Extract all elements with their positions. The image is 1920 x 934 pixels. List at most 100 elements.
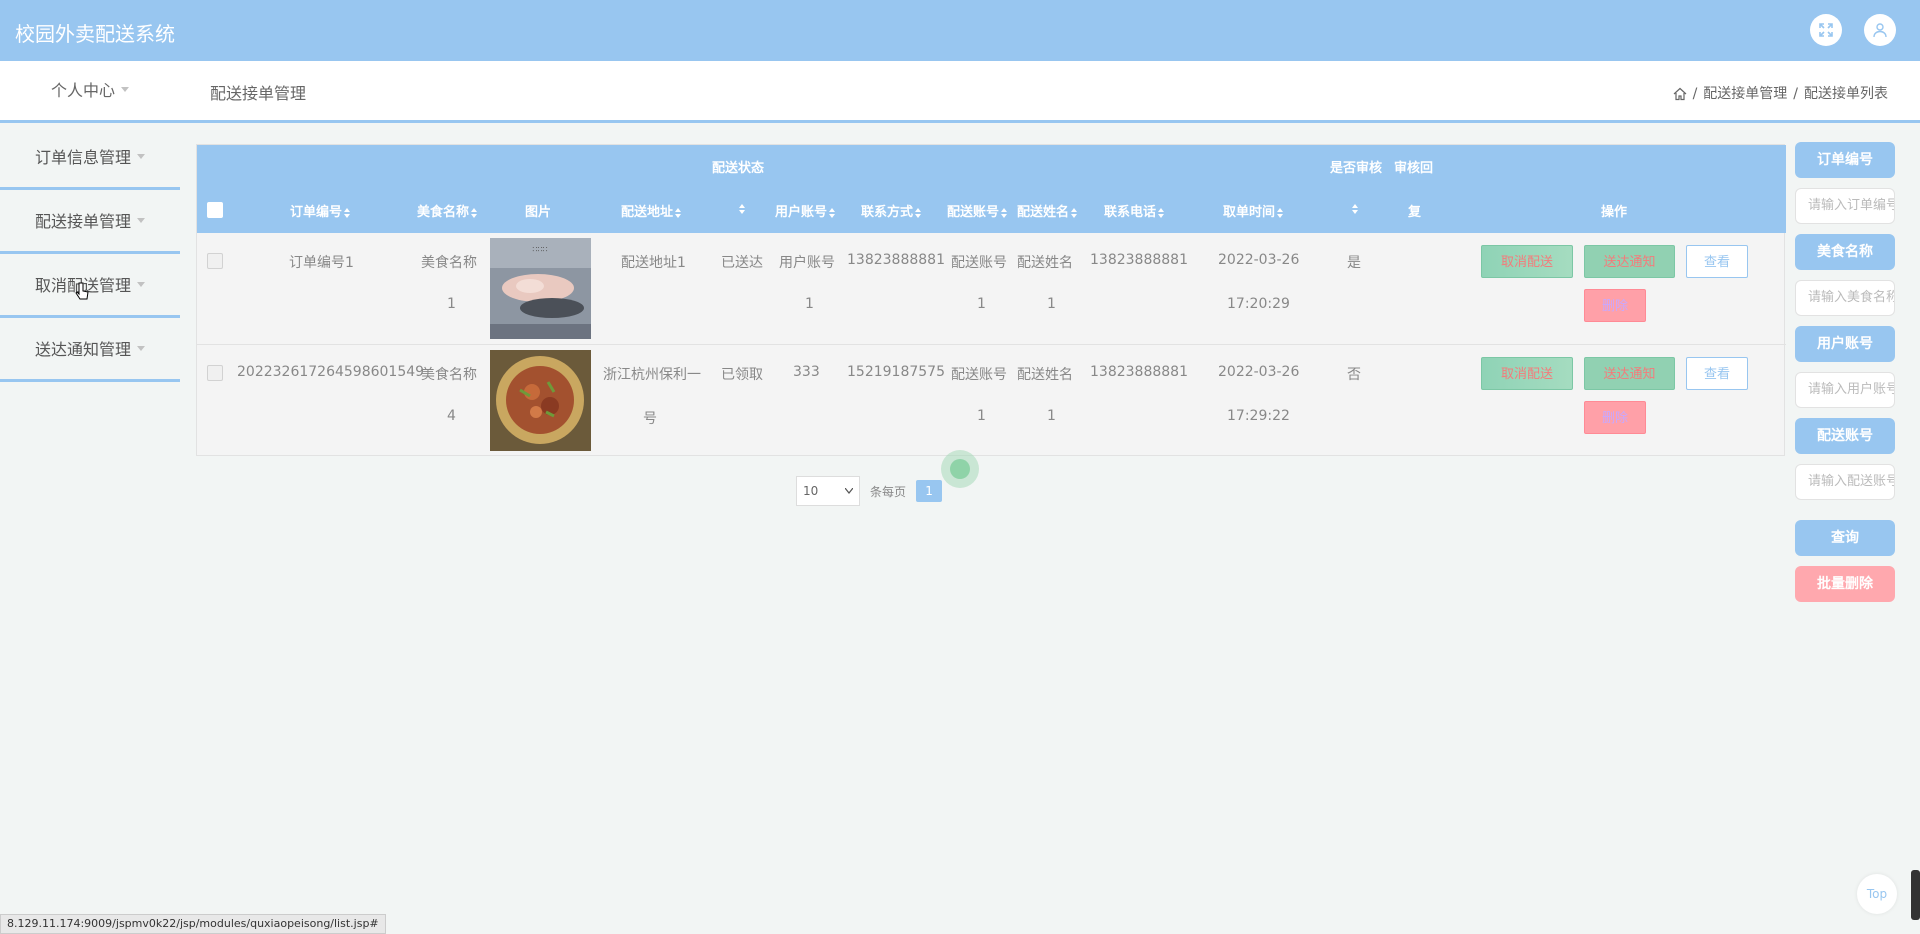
cell-food-name-line2: 1 bbox=[447, 296, 456, 312]
caret-down-icon bbox=[137, 282, 145, 287]
cell-address: 配送地址1 bbox=[621, 255, 686, 271]
batch-delete-button[interactable]: 批量删除 bbox=[1795, 566, 1895, 602]
sort-icon bbox=[1071, 207, 1078, 218]
page-number-current[interactable]: 1 bbox=[916, 480, 943, 502]
courier-search-label: 配送账号 bbox=[1795, 418, 1895, 454]
breadcrumb-item-level1[interactable]: 配送接单管理 bbox=[1703, 61, 1787, 127]
table-row: 订单编号1 美食名称 1 ∷∷∷ 配送地址1 已送达 用户账号 1 138238… bbox=[197, 233, 1786, 344]
row-checkbox[interactable] bbox=[207, 253, 223, 269]
order-no-search-input[interactable]: 请输入订单编号 bbox=[1795, 188, 1895, 224]
sort-icon bbox=[1001, 207, 1008, 218]
column-header-delivery-status: 配送状态 bbox=[712, 161, 765, 176]
breadcrumb-item-level2: 配送接单列表 bbox=[1804, 86, 1888, 102]
personal-center-menu[interactable]: 个人中心 bbox=[0, 61, 180, 120]
back-to-top-button[interactable]: Top bbox=[1857, 874, 1897, 914]
delivered-notice-button[interactable]: 送达通知 bbox=[1584, 357, 1675, 390]
top-bar: 校园外卖配送系统 bbox=[0, 0, 1920, 61]
caret-down-icon bbox=[121, 87, 129, 92]
cell-reviewed: 是 bbox=[1347, 255, 1361, 271]
sidebar: 订单信息管理 配送接单管理 取消配送管理 送达通知管理 bbox=[0, 126, 180, 382]
column-header-pickup-time[interactable]: 取单时间 bbox=[1223, 201, 1284, 220]
cell-pickup-date: 2022-03-26 bbox=[1218, 364, 1300, 380]
cell-order-no: 订单编号1 bbox=[289, 255, 354, 271]
expand-icon[interactable] bbox=[1810, 14, 1842, 46]
column-header-review-reply: 审核回 bbox=[1394, 161, 1434, 176]
app-title: 校园外卖配送系统 bbox=[15, 22, 175, 46]
user-search-label: 用户账号 bbox=[1795, 326, 1895, 362]
status-bar-url: 8.129.11.174:9009/jspmv0k22/jsp/modules/… bbox=[0, 914, 386, 934]
pagination: 10 条每页 1 bbox=[796, 476, 943, 506]
sort-icon bbox=[344, 207, 351, 218]
column-header-courier-name[interactable]: 配送姓名 bbox=[1017, 201, 1078, 220]
breadcrumb-separator: / bbox=[1692, 86, 1698, 102]
per-page-label: 条每页 bbox=[870, 484, 907, 499]
delivered-notice-button[interactable]: 送达通知 bbox=[1584, 245, 1675, 278]
cell-food-name-line2: 4 bbox=[447, 408, 456, 424]
delete-button[interactable]: 删除 bbox=[1584, 289, 1646, 322]
column-header-is-reviewed: 是否审核 bbox=[1330, 161, 1383, 176]
food-search-label: 美食名称 bbox=[1795, 234, 1895, 270]
column-header-phone[interactable]: 联系电话 bbox=[1104, 201, 1165, 220]
sort-icon bbox=[1277, 207, 1284, 218]
chevron-down-icon bbox=[845, 488, 853, 494]
sidebar-item-label: 配送接单管理 bbox=[34, 212, 131, 231]
sidebar-item-order-info[interactable]: 订单信息管理 bbox=[0, 126, 180, 190]
cell-courier-account-line2: 1 bbox=[977, 408, 986, 424]
view-button[interactable]: 查看 bbox=[1686, 357, 1748, 390]
column-header-order-no[interactable]: 订单编号 bbox=[290, 201, 351, 220]
cell-user-account-line2: 1 bbox=[805, 296, 814, 312]
breadcrumb-separator: / bbox=[1793, 86, 1798, 102]
sidebar-item-label: 送达通知管理 bbox=[34, 340, 131, 359]
cancel-delivery-button[interactable]: 取消配送 bbox=[1481, 245, 1573, 278]
food-search-input[interactable]: 请输入美食名称 bbox=[1795, 280, 1895, 316]
cell-user-account: 用户账号 bbox=[779, 255, 835, 271]
column-header-reviewed-sort[interactable] bbox=[1350, 201, 1358, 216]
select-all-checkbox[interactable] bbox=[207, 202, 223, 218]
cell-phone: 13823888881 bbox=[1090, 252, 1188, 268]
caret-down-icon bbox=[137, 346, 145, 351]
cell-user-account: 333 bbox=[793, 364, 820, 380]
sort-icon bbox=[915, 207, 922, 218]
sort-icon bbox=[739, 203, 745, 214]
row-checkbox[interactable] bbox=[207, 365, 223, 381]
hand-cursor-icon bbox=[75, 282, 89, 306]
user-icon[interactable] bbox=[1864, 14, 1896, 46]
user-search-input[interactable]: 请输入用户账号 bbox=[1795, 372, 1895, 408]
sort-icon bbox=[1158, 207, 1165, 218]
cell-contact: 13823888881 bbox=[847, 252, 945, 268]
column-header-user-account[interactable]: 用户账号 bbox=[775, 201, 836, 220]
food-image[interactable]: ∷∷∷ bbox=[490, 238, 591, 339]
cell-pickup-time: 17:29:22 bbox=[1227, 408, 1290, 424]
sort-icon bbox=[675, 207, 682, 218]
cell-status: 已领取 bbox=[721, 367, 763, 383]
caret-down-icon bbox=[137, 218, 145, 223]
table-row: 20223261726459860​1549 美食名称 4 浙江杭州保利一 号 … bbox=[197, 344, 1786, 455]
page-title: 配送接单管理 bbox=[210, 84, 307, 103]
cell-phone: 13823888881 bbox=[1090, 364, 1188, 380]
food-image[interactable] bbox=[490, 350, 591, 451]
cell-pickup-time: 17:20:29 bbox=[1227, 296, 1290, 312]
view-button[interactable]: 查看 bbox=[1686, 245, 1748, 278]
edge-handle bbox=[1911, 870, 1920, 920]
column-header-image: 图片 bbox=[525, 205, 552, 220]
column-header-courier-account[interactable]: 配送账号 bbox=[947, 201, 1008, 220]
page-size-select[interactable]: 10 bbox=[796, 476, 860, 506]
sidebar-item-cancel-delivery[interactable]: 取消配送管理 bbox=[0, 254, 180, 318]
column-header-contact[interactable]: 联系方式 bbox=[861, 201, 922, 220]
cancel-delivery-button[interactable]: 取消配送 bbox=[1481, 357, 1573, 390]
column-header-address[interactable]: 配送地址 bbox=[621, 201, 682, 220]
sidebar-item-delivered-notice[interactable]: 送达通知管理 bbox=[0, 318, 180, 382]
courier-search-input[interactable]: 请输入配送账号 bbox=[1795, 464, 1895, 500]
home-icon[interactable] bbox=[1673, 87, 1687, 101]
search-panel: 订单编号 请输入订单编号 美食名称 请输入美食名称 用户账号 请输入用户账号 配… bbox=[1795, 142, 1895, 602]
sidebar-item-delivery-accept[interactable]: 配送接单管理 bbox=[0, 190, 180, 254]
order-no-search-label: 订单编号 bbox=[1795, 142, 1895, 178]
search-button[interactable]: 查询 bbox=[1795, 520, 1895, 556]
column-header-status-sort[interactable] bbox=[737, 201, 745, 216]
cell-courier-name: 配送姓名 bbox=[1017, 367, 1073, 383]
cell-reviewed: 否 bbox=[1347, 367, 1361, 383]
sort-icon bbox=[471, 207, 478, 218]
column-header-reply-tail: 复 bbox=[1408, 205, 1422, 220]
delete-button[interactable]: 删除 bbox=[1584, 401, 1646, 434]
column-header-food-name[interactable]: 美食名称 bbox=[417, 201, 478, 220]
